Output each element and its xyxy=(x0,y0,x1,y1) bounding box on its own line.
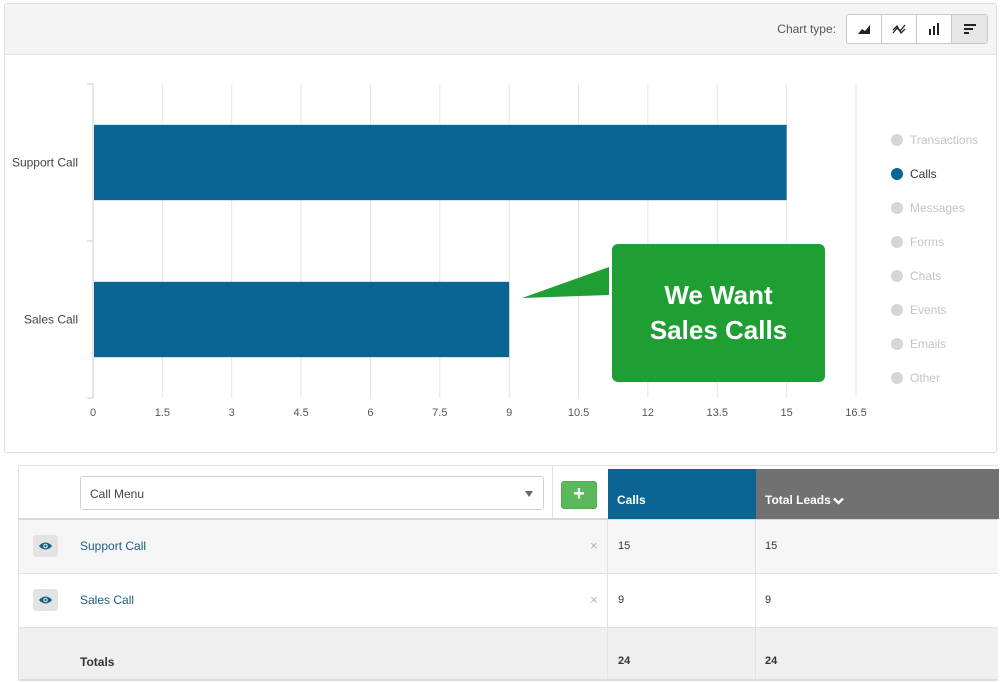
x-tick-label: 4.5 xyxy=(293,407,308,419)
legend-item-chats[interactable]: Chats xyxy=(891,268,978,302)
legend-dot-icon xyxy=(891,134,903,146)
legend-dot-icon xyxy=(891,372,903,384)
calls-cell: 9 xyxy=(618,594,625,606)
callout-line-2: Sales Calls xyxy=(649,315,788,345)
legend-dot-icon xyxy=(891,202,903,214)
legend-label: Messages xyxy=(910,201,965,215)
totals-label: Totals xyxy=(80,655,115,669)
row-name-link[interactable]: Sales Call xyxy=(80,593,134,607)
remove-icon[interactable]: × xyxy=(590,592,598,607)
column-divider xyxy=(607,574,608,627)
category-label: Sales Call xyxy=(24,313,78,327)
legend-item-transactions[interactable]: Transactions xyxy=(891,132,978,166)
callout-line-1: We Want xyxy=(664,280,773,310)
legend-label: Events xyxy=(910,303,947,317)
legend-item-other[interactable]: Other xyxy=(891,370,978,404)
calls-column-header[interactable]: Calls xyxy=(608,469,756,519)
x-tick-label: 16.5 xyxy=(845,407,866,419)
eye-icon xyxy=(38,542,53,550)
legend-dot-icon xyxy=(891,236,903,248)
table-row: Sales Call × 9 9 xyxy=(18,574,998,628)
view-eye-button[interactable] xyxy=(33,535,58,557)
legend-label: Transactions xyxy=(910,133,979,147)
row-name-link[interactable]: Support Call xyxy=(80,539,146,553)
calls-cell: 15 xyxy=(618,540,631,552)
table-row: Support Call × 15 15 xyxy=(18,520,998,574)
eye-icon xyxy=(38,596,53,604)
total-leads-header-label: Total Leads xyxy=(765,493,831,507)
call-menu-select[interactable]: Call Menu xyxy=(80,476,544,510)
view-eye-button[interactable] xyxy=(33,589,58,611)
x-tick-label: 12 xyxy=(642,407,654,419)
total-leads-value: 24 xyxy=(765,655,778,667)
total-leads-cell: 15 xyxy=(765,540,778,552)
x-tick-label: 3 xyxy=(229,407,235,419)
bar-sales-call xyxy=(94,281,510,358)
total-leads-cell: 9 xyxy=(765,594,772,606)
chevron-down-icon xyxy=(525,491,533,497)
call-menu-value: Call Menu xyxy=(90,487,145,501)
legend-dot-icon xyxy=(891,168,903,180)
calls-bar-chart: 0 1.5 3 4.5 6 7.5 9 10.5 12 13.5 15 16.5 Support Cal… xyxy=(12,83,867,419)
callout-annotation: We Want Sales Calls xyxy=(612,244,825,382)
total-leads-column-header[interactable]: Total Leads xyxy=(756,469,999,519)
x-tick-label: 9 xyxy=(506,407,512,419)
x-tick-label: 10.5 xyxy=(568,407,589,419)
callout-pointer xyxy=(522,267,609,298)
column-divider xyxy=(755,574,756,627)
legend-dot-icon xyxy=(891,338,903,350)
column-divider xyxy=(755,520,756,573)
x-tick-label: 13.5 xyxy=(707,407,728,419)
legend-label: Emails xyxy=(910,337,947,351)
x-tick-label: 7.5 xyxy=(432,407,447,419)
totals-row: Totals 24 24 xyxy=(18,628,998,681)
remove-icon[interactable]: × xyxy=(590,538,598,553)
leads-table: Call Menu + Calls Total Leads Support Ca… xyxy=(18,465,999,681)
x-tick-label: 0 xyxy=(90,407,96,419)
legend-item-forms[interactable]: Forms xyxy=(891,234,978,268)
column-divider xyxy=(607,520,608,573)
legend-label: Forms xyxy=(910,235,944,249)
legend-item-emails[interactable]: Emails xyxy=(891,336,978,370)
column-divider xyxy=(755,628,756,679)
legend-item-calls[interactable]: Calls xyxy=(891,166,978,200)
legend-label: Other xyxy=(910,371,941,385)
sort-chevron-down-icon xyxy=(833,497,844,505)
column-divider xyxy=(607,628,608,679)
calls-header-label: Calls xyxy=(617,493,646,507)
legend-label: Calls xyxy=(910,167,937,181)
x-tick-label: 6 xyxy=(367,407,373,419)
legend-dot-icon xyxy=(891,270,903,282)
total-calls-value: 24 xyxy=(618,655,631,667)
legend-label: Chats xyxy=(910,269,942,283)
bar-support-call xyxy=(94,124,787,201)
legend-item-messages[interactable]: Messages xyxy=(891,200,978,234)
add-button[interactable]: + xyxy=(561,481,597,509)
chart-legend: Transactions Calls Messages Forms Chats Event… xyxy=(891,132,978,404)
chart-panel: Chart type: 0 1.5 3 4.5 6 7.5 9 10.5 12 13.5 15 16.… xyxy=(4,3,997,453)
x-tick-label: 15 xyxy=(781,407,793,419)
legend-dot-icon xyxy=(891,304,903,316)
legend-item-events[interactable]: Events xyxy=(891,302,978,336)
column-divider xyxy=(552,466,553,518)
x-tick-label: 1.5 xyxy=(155,407,170,419)
category-label: Support Call xyxy=(12,156,78,170)
table-header: Call Menu + Calls Total Leads xyxy=(18,465,999,520)
